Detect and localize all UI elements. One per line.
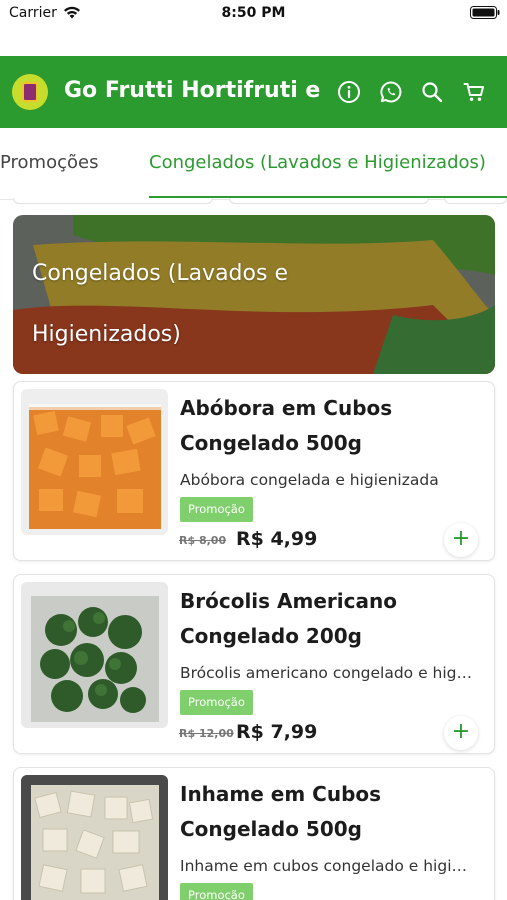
- info-icon[interactable]: [336, 79, 362, 105]
- add-to-cart-button[interactable]: +: [444, 523, 478, 557]
- tab-congelados[interactable]: Congelados (Lavados e Higienizados): [149, 152, 486, 173]
- product-description: Abóbora congelada e higienizada: [180, 471, 439, 489]
- category-tabs: Promoções Congelados (Lavados e Higieniz…: [0, 128, 507, 200]
- store-logo[interactable]: [12, 74, 48, 110]
- product-card[interactable]: Abóbora em Cubos Congelado 500g Abóbora …: [13, 381, 495, 561]
- cart-icon[interactable]: [461, 79, 487, 105]
- store-title: Go Frutti Hortifruti e: [64, 78, 321, 103]
- status-bar: Carrier 8:50 PM: [0, 0, 507, 30]
- category-banner: Congelados (Lavados e Higienizados): [13, 215, 495, 374]
- product-card[interactable]: Brócolis Americano Congelado 200g Brócol…: [13, 574, 495, 754]
- product-image: [21, 582, 168, 728]
- product-name: Brócolis Americano Congelado 200g: [180, 589, 397, 648]
- product-description: Brócolis americano congelado e higieniza…: [180, 664, 476, 682]
- previous-card-edge: [229, 198, 429, 204]
- clock: 8:50 PM: [221, 5, 286, 21]
- category-title: Congelados (Lavados e Higienizados): [32, 261, 288, 347]
- whatsapp-icon[interactable]: [378, 79, 404, 105]
- promo-badge: Promoção: [180, 690, 253, 715]
- promo-badge: Promoção: [180, 497, 253, 522]
- promo-badge: Promoção: [180, 883, 253, 900]
- product-image: [21, 775, 168, 900]
- previous-card-edge: [13, 198, 213, 204]
- product-card[interactable]: Inhame em Cubos Congelado 500g Inhame em…: [13, 767, 495, 900]
- search-icon[interactable]: [419, 79, 445, 105]
- current-price: R$ 7,99: [236, 721, 318, 743]
- tab-promocoes[interactable]: Promoções: [0, 152, 98, 173]
- product-name: Inhame em Cubos Congelado 500g: [180, 782, 382, 841]
- product-image: [21, 389, 168, 535]
- battery-icon: [470, 6, 500, 19]
- old-price: R$ 12,00: [179, 727, 234, 740]
- current-price: R$ 4,99: [236, 528, 318, 550]
- product-description: Inhame em cubos congelado e higienizado: [180, 857, 476, 875]
- add-to-cart-button[interactable]: +: [444, 716, 478, 750]
- product-name: Abóbora em Cubos Congelado 500g: [180, 396, 393, 455]
- app-header: Go Frutti Hortifruti e: [0, 56, 507, 128]
- old-price: R$ 8,00: [179, 534, 227, 547]
- previous-card-edge: [444, 198, 507, 204]
